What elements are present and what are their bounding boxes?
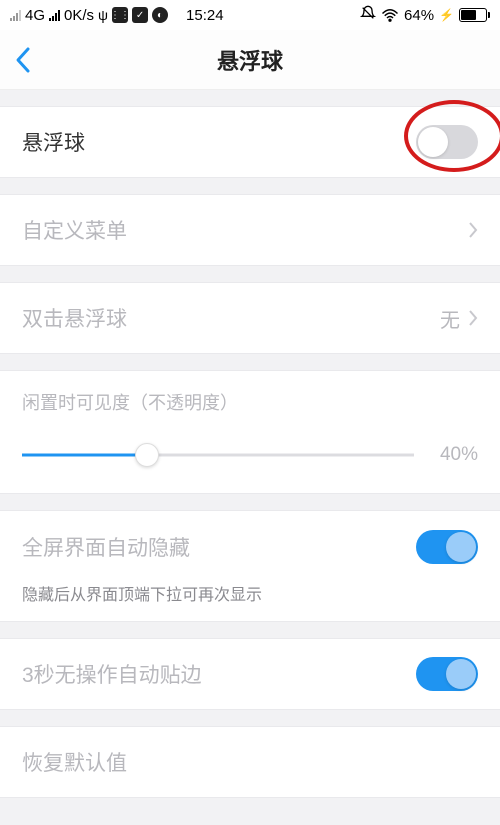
custom-menu-label: 自定义菜单 (22, 215, 127, 245)
charging-icon: ⚡ (439, 8, 454, 22)
floatball-label: 悬浮球 (22, 127, 85, 157)
wifi-icon (381, 8, 399, 22)
row-double-tap[interactable]: 双击悬浮球 无 (0, 282, 500, 354)
status-leaf-icon: ◐ (152, 7, 168, 23)
row-custom-menu[interactable]: 自定义菜单 (0, 194, 500, 266)
floatball-toggle[interactable] (416, 125, 478, 159)
auto-hide-subtext: 隐藏后从界面顶端下拉可再次显示 (0, 581, 500, 622)
clock-time: 15:24 (186, 7, 224, 24)
network-type: 4G (25, 7, 45, 24)
row-auto-hide: 全屏界面自动隐藏 (0, 510, 500, 582)
double-tap-label: 双击悬浮球 (22, 303, 127, 333)
page-title: 悬浮球 (217, 44, 283, 76)
status-right: 64% ⚡ (360, 5, 490, 25)
opacity-value: 40% (432, 444, 478, 466)
signal-bars-icon (49, 9, 60, 21)
auto-hide-toggle[interactable] (416, 530, 478, 564)
row-opacity: 闲置时可见度（不透明度） 40% (0, 370, 500, 494)
usb-icon: ψ (98, 7, 108, 23)
chevron-right-icon (468, 221, 478, 239)
status-left: 4G 0K/s ψ ⋮⋮ ✓ ◐ 15:24 (10, 7, 224, 24)
row-reset-defaults[interactable]: 恢复默认值 (0, 726, 500, 798)
status-indicator-icon: ⋮⋮ (112, 7, 128, 23)
opacity-caption: 闲置时可见度（不透明度） (22, 389, 478, 415)
opacity-slider[interactable] (22, 443, 414, 467)
auto-edge-toggle[interactable] (416, 657, 478, 691)
double-tap-value: 无 (440, 304, 460, 333)
chevron-right-icon (468, 309, 478, 327)
row-auto-edge: 3秒无操作自动贴边 (0, 638, 500, 710)
reset-label: 恢复默认值 (22, 747, 127, 777)
battery-icon (459, 8, 490, 22)
back-button[interactable] (14, 45, 32, 75)
chevron-left-icon (14, 45, 32, 75)
nav-header: 悬浮球 (0, 30, 500, 90)
auto-hide-label: 全屏界面自动隐藏 (22, 532, 190, 562)
status-bar: 4G 0K/s ψ ⋮⋮ ✓ ◐ 15:24 64% ⚡ (0, 0, 500, 30)
auto-edge-label: 3秒无操作自动贴边 (22, 659, 202, 689)
battery-percent: 64% (404, 7, 434, 24)
signal-strength-icon (10, 9, 21, 21)
silent-icon (360, 5, 376, 25)
data-rate: 0K/s (64, 7, 94, 24)
status-check-icon: ✓ (132, 7, 148, 23)
row-floatball: 悬浮球 (0, 106, 500, 178)
